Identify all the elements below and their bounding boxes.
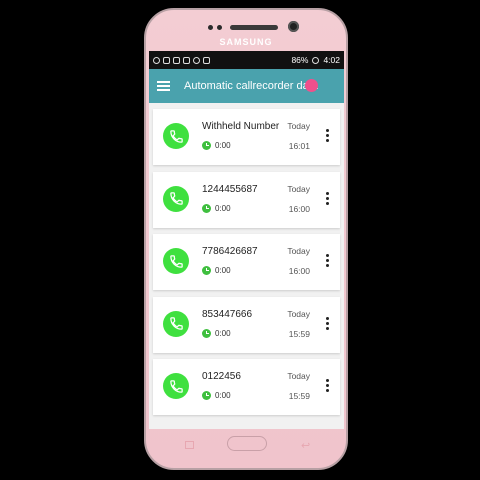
phone-avatar-icon <box>163 123 189 149</box>
call-day: Today <box>287 246 310 256</box>
signal-icon <box>203 56 210 64</box>
phone-avatar-icon <box>163 310 189 337</box>
caller-name: Withheld Number <box>202 121 280 132</box>
call-list-item[interactable]: 7786426687 0:00 Today 16:00 <box>153 234 340 290</box>
status-bar: 86% 4:02 <box>149 51 344 69</box>
phone-screen: 86% 4:02 Automatic callrecorder data Wit… <box>149 51 344 429</box>
recent-apps-button[interactable] <box>185 441 194 449</box>
call-day: Today <box>287 371 310 381</box>
clock-time: 4:02 <box>323 55 340 65</box>
brand-logo: SAMSUNG <box>219 37 273 47</box>
phone-avatar-icon <box>163 373 189 399</box>
duration-text: 0:00 <box>215 328 231 338</box>
clock-icon <box>202 266 211 275</box>
caller-name: 0122456 <box>202 371 241 382</box>
call-day: Today <box>287 308 310 319</box>
more-options-icon[interactable] <box>326 254 330 267</box>
more-options-icon[interactable] <box>326 129 330 142</box>
call-list-item[interactable]: Withheld Number 0:00 Today 16:01 <box>153 109 340 165</box>
phone-avatar-icon <box>163 248 189 274</box>
earpiece-speaker <box>230 25 278 30</box>
back-button[interactable]: ↩ <box>301 439 310 452</box>
home-button[interactable] <box>227 436 267 451</box>
call-day: Today <box>287 183 310 194</box>
call-list: Withheld Number 0:00 Today 16:01 1244455… <box>153 109 340 422</box>
call-time: 16:00 <box>288 266 310 276</box>
call-duration: 0:00 <box>202 141 231 150</box>
call-duration: 0:00 <box>202 266 231 275</box>
hardware-nav-bar: ↩ <box>149 429 344 459</box>
clock-icon <box>202 391 211 400</box>
more-options-icon[interactable] <box>326 191 330 205</box>
duration-text: 0:00 <box>215 203 231 213</box>
more-options-icon[interactable] <box>326 379 330 392</box>
app-bar: Automatic callrecorder data <box>149 69 344 103</box>
clock-icon <box>202 328 211 338</box>
duration-text: 0:00 <box>215 266 231 275</box>
notification-icon <box>173 56 180 64</box>
alarm-icon <box>193 56 200 64</box>
clock-icon <box>202 141 211 150</box>
sensor-dots <box>208 25 222 30</box>
front-camera <box>288 21 299 32</box>
battery-percent: 86% <box>291 55 309 65</box>
caller-name: 1244455687 <box>202 183 258 195</box>
call-time: 16:01 <box>288 141 310 151</box>
battery-icon <box>312 56 320 64</box>
hamburger-menu-icon[interactable] <box>157 81 170 91</box>
phone-avatar-icon <box>163 185 189 212</box>
notification-icon <box>183 56 190 64</box>
call-duration: 0:00 <box>202 391 231 400</box>
call-time: 15:59 <box>288 391 310 401</box>
call-list-item[interactable]: 0122456 0:00 Today 15:59 <box>153 359 340 415</box>
clock-icon <box>202 203 211 213</box>
caller-name: 853447666 <box>202 308 253 320</box>
call-time: 16:00 <box>288 203 310 214</box>
notification-icons <box>153 56 288 64</box>
call-time: 15:59 <box>288 328 310 339</box>
notification-icon <box>163 56 170 64</box>
notification-icon <box>153 56 160 64</box>
call-day: Today <box>287 121 310 131</box>
duration-text: 0:00 <box>215 141 231 150</box>
touch-indicator <box>305 79 318 92</box>
caller-name: 7786426687 <box>202 246 258 257</box>
call-duration: 0:00 <box>202 328 231 338</box>
call-list-item[interactable]: 1244455687 0:00 Today 16:00 <box>153 171 340 228</box>
duration-text: 0:00 <box>215 391 231 400</box>
app-title: Automatic callrecorder data <box>184 80 318 92</box>
more-options-icon[interactable] <box>326 316 330 330</box>
call-duration: 0:00 <box>202 203 231 213</box>
call-list-item[interactable]: 853447666 0:00 Today 15:59 <box>153 296 340 353</box>
